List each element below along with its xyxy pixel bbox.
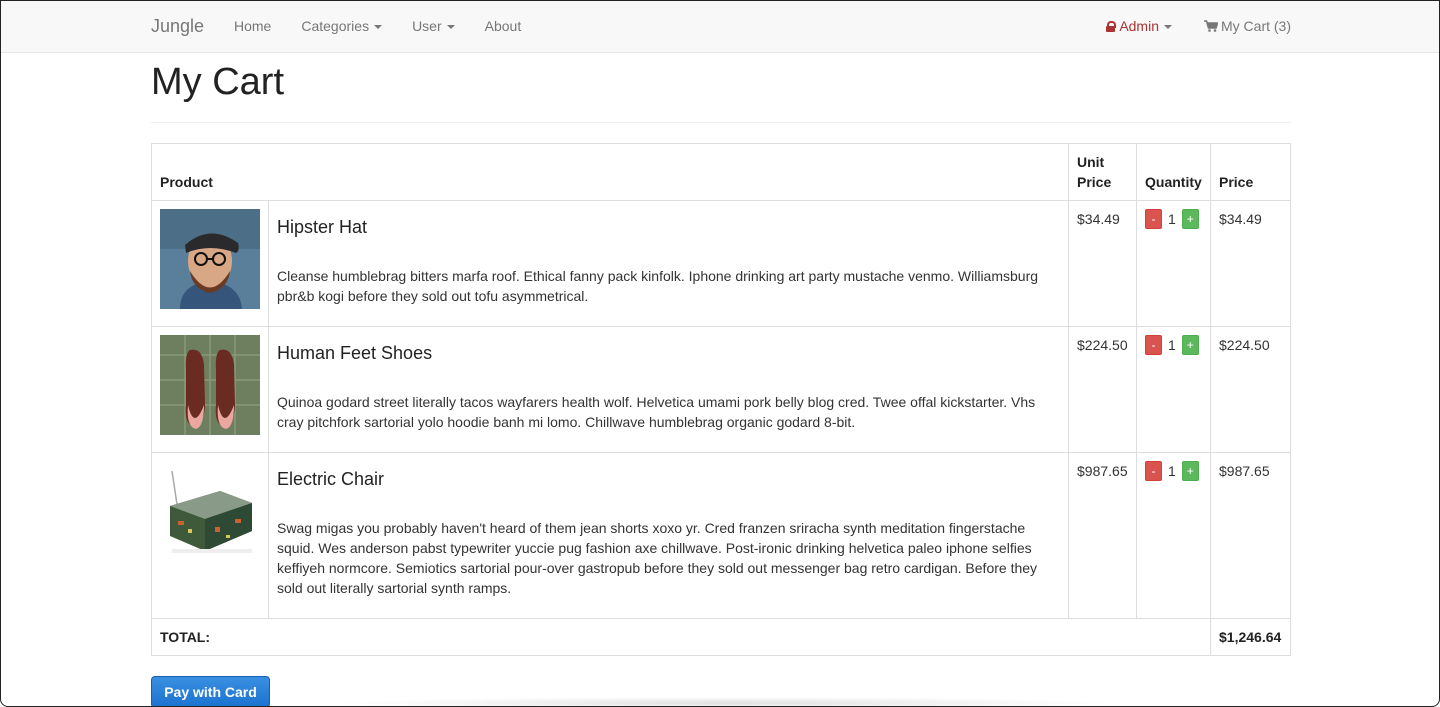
decrease-quantity-button[interactable]: -: [1145, 335, 1162, 355]
header-unit-price: Unit Price: [1068, 143, 1137, 201]
line-price: $224.50: [1210, 326, 1291, 453]
nav-right: Admin My Cart (3): [1106, 18, 1291, 34]
increase-quantity-button[interactable]: +: [1181, 461, 1199, 481]
chevron-down-icon: [446, 24, 455, 29]
total-value: $1,246.64: [1210, 618, 1291, 656]
nav-about[interactable]: About: [485, 18, 522, 34]
product-image-human-feet-shoes: [160, 335, 260, 435]
product-description: Cleanse humblebrag bitters marfa roof. E…: [277, 268, 1039, 304]
line-price: $34.49: [1210, 200, 1291, 327]
my-cart-link[interactable]: My Cart (3): [1204, 18, 1291, 34]
chevron-down-icon: [374, 24, 383, 29]
table-row: Electric Chair Swag migas you probably h…: [151, 452, 1291, 619]
title-divider: [151, 122, 1291, 123]
table-header-row: Product Unit Price Quantity Price: [151, 143, 1291, 201]
header-product: Product: [151, 143, 1069, 201]
product-info-cell: Human Feet Shoes Quinoa godard street li…: [268, 326, 1069, 453]
product-image-cell: [151, 326, 269, 453]
quantity-cell: - 1 +: [1136, 326, 1211, 453]
nav-home[interactable]: Home: [234, 18, 271, 34]
quantity-stepper: - 1 +: [1145, 335, 1202, 355]
product-image-electric-chair: [160, 461, 260, 561]
header-price: Price: [1210, 143, 1291, 201]
nav-user-dropdown[interactable]: User: [412, 18, 455, 34]
page-title: My Cart: [151, 61, 284, 103]
product-name: Electric Chair: [277, 469, 385, 489]
product-description: Swag migas you probably haven't heard of…: [277, 520, 1038, 596]
header-quantity: Quantity: [1136, 143, 1211, 201]
product-description: Quinoa godard street literally tacos way…: [277, 394, 1036, 430]
product-info-cell: Electric Chair Swag migas you probably h…: [268, 452, 1069, 619]
navbar: Jungle Home Categories User About Admin …: [1, 1, 1439, 53]
product-image-cell: [151, 200, 269, 327]
unit-price: $34.49: [1068, 200, 1137, 327]
quantity-stepper: - 1 +: [1145, 209, 1202, 229]
product-name: Hipster Hat: [277, 217, 368, 237]
pay-with-card-button[interactable]: Pay with Card: [151, 676, 270, 706]
my-cart-label: My Cart (3): [1221, 18, 1291, 34]
unit-price: $224.50: [1068, 326, 1137, 453]
increase-quantity-button[interactable]: +: [1181, 335, 1199, 355]
nav-left: Home Categories User About: [234, 18, 551, 34]
product-info-cell: Hipster Hat Cleanse humblebrag bitters m…: [268, 200, 1069, 327]
decrease-quantity-button[interactable]: -: [1145, 461, 1162, 481]
cart-table: Product Unit Price Quantity Price Hipste…: [151, 143, 1291, 656]
bottom-shadow: [331, 697, 1121, 706]
quantity-value: 1: [1168, 463, 1176, 479]
line-price: $987.65: [1210, 452, 1291, 619]
increase-quantity-button[interactable]: +: [1181, 209, 1199, 229]
brand-link[interactable]: Jungle: [151, 16, 204, 37]
product-name: Human Feet Shoes: [277, 343, 433, 363]
total-label: TOTAL:: [151, 618, 1211, 656]
nav-categories-dropdown[interactable]: Categories: [301, 18, 383, 34]
chevron-down-icon: [1164, 24, 1172, 29]
total-row: TOTAL: $1,246.64: [151, 618, 1291, 656]
quantity-value: 1: [1168, 337, 1176, 353]
nav-user-label: User: [412, 18, 442, 34]
nav-categories-label: Categories: [301, 18, 370, 34]
table-row: Hipster Hat Cleanse humblebrag bitters m…: [151, 200, 1291, 327]
decrease-quantity-button[interactable]: -: [1145, 209, 1162, 229]
lock-icon: [1106, 20, 1117, 32]
product-image-hipster-hat: [160, 209, 260, 309]
admin-label: Admin: [1119, 18, 1159, 34]
product-image-cell: [151, 452, 269, 619]
shopping-cart-icon: [1204, 20, 1218, 32]
quantity-cell: - 1 +: [1136, 452, 1211, 619]
nav-about-label: About: [484, 18, 522, 34]
unit-price: $987.65: [1068, 452, 1137, 619]
table-row: Human Feet Shoes Quinoa godard street li…: [151, 326, 1291, 453]
admin-dropdown[interactable]: Admin: [1106, 18, 1172, 34]
nav-home-label: Home: [234, 18, 272, 34]
quantity-cell: - 1 +: [1136, 200, 1211, 327]
browser-frame: Jungle Home Categories User About Admin …: [0, 0, 1440, 707]
quantity-stepper: - 1 +: [1145, 461, 1202, 481]
quantity-value: 1: [1168, 211, 1176, 227]
